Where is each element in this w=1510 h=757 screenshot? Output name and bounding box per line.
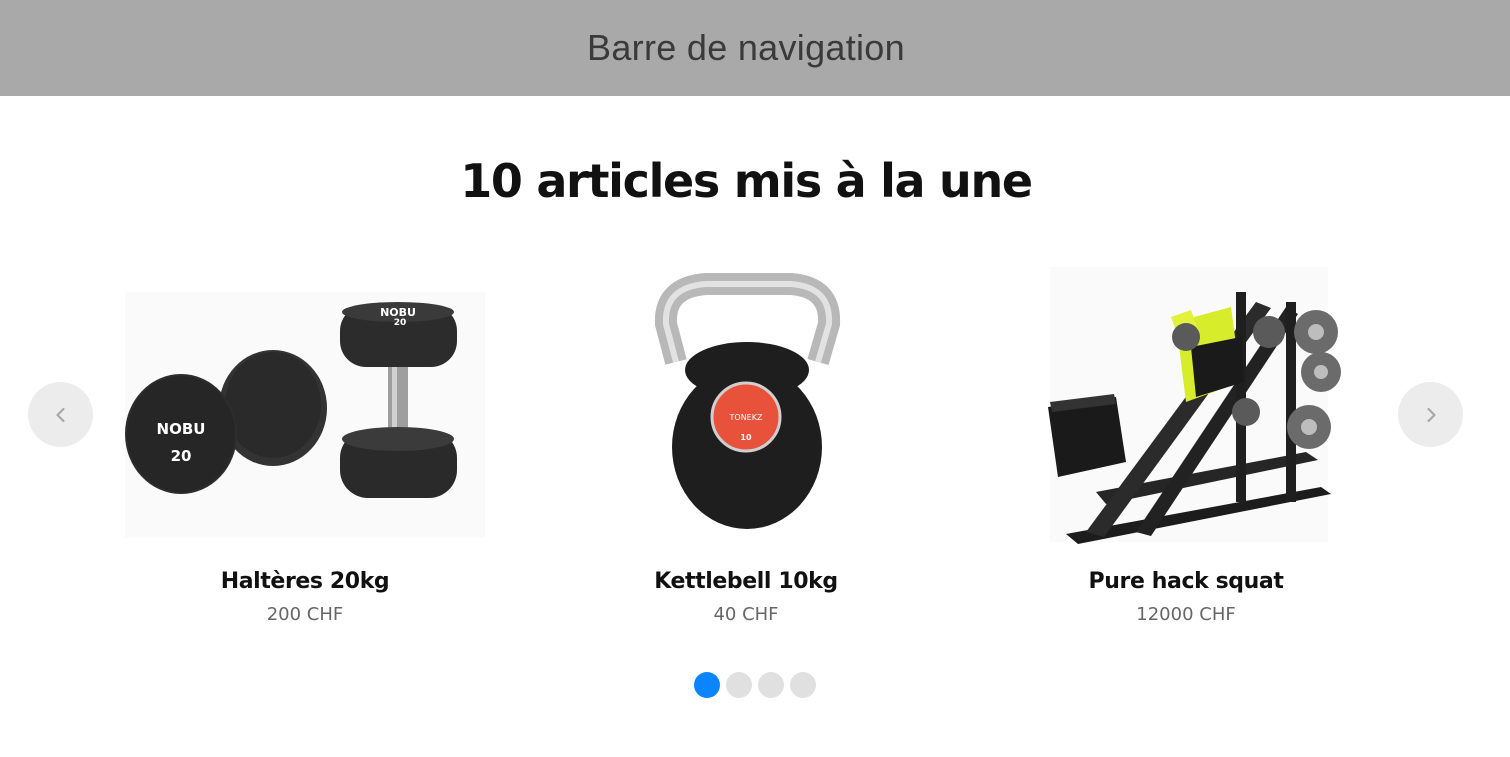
svg-text:20: 20 xyxy=(171,447,192,465)
product-image-hack-squat xyxy=(986,262,1386,547)
product-price: 200 CHF xyxy=(266,604,344,625)
chevron-left-icon xyxy=(55,407,65,422)
product-image-dumbbells: NOBU 20 NOBU 20 xyxy=(105,262,505,547)
carousel-pagination xyxy=(694,672,816,698)
product-card[interactable]: NOBU 20 NOBU 20 Haltères 20kg 200 CHF xyxy=(105,262,505,632)
carousel-dot-4[interactable] xyxy=(790,672,816,698)
svg-text:20: 20 xyxy=(394,318,407,328)
product-card[interactable]: TONEKZ 10 Kettlebell 10kg 40 CHF xyxy=(546,262,946,632)
section-title: 10 articles mis à la une xyxy=(460,154,1033,208)
product-name: Haltères 20kg xyxy=(220,569,390,594)
chevron-right-icon xyxy=(1426,407,1436,422)
product-image-kettlebell: TONEKZ 10 xyxy=(546,262,946,547)
product-card[interactable]: Pure hack squat 12000 CHF xyxy=(986,262,1386,632)
svg-text:TONEKZ: TONEKZ xyxy=(729,413,763,422)
product-price: 12000 CHF xyxy=(1136,604,1236,625)
navbar-title: Barre de navigation xyxy=(587,27,905,68)
carousel-next-button[interactable] xyxy=(1398,382,1463,447)
product-name: Kettlebell 10kg xyxy=(654,569,838,594)
carousel-dot-1[interactable] xyxy=(694,672,720,698)
product-name: Pure hack squat xyxy=(1088,569,1284,594)
carousel-dot-2[interactable] xyxy=(726,672,752,698)
navbar: Barre de navigation xyxy=(0,0,1510,96)
carousel-dot-3[interactable] xyxy=(758,672,784,698)
carousel-prev-button[interactable] xyxy=(28,382,93,447)
svg-text:10: 10 xyxy=(740,433,752,442)
svg-text:NOBU: NOBU xyxy=(157,420,206,438)
product-price: 40 CHF xyxy=(713,604,779,625)
